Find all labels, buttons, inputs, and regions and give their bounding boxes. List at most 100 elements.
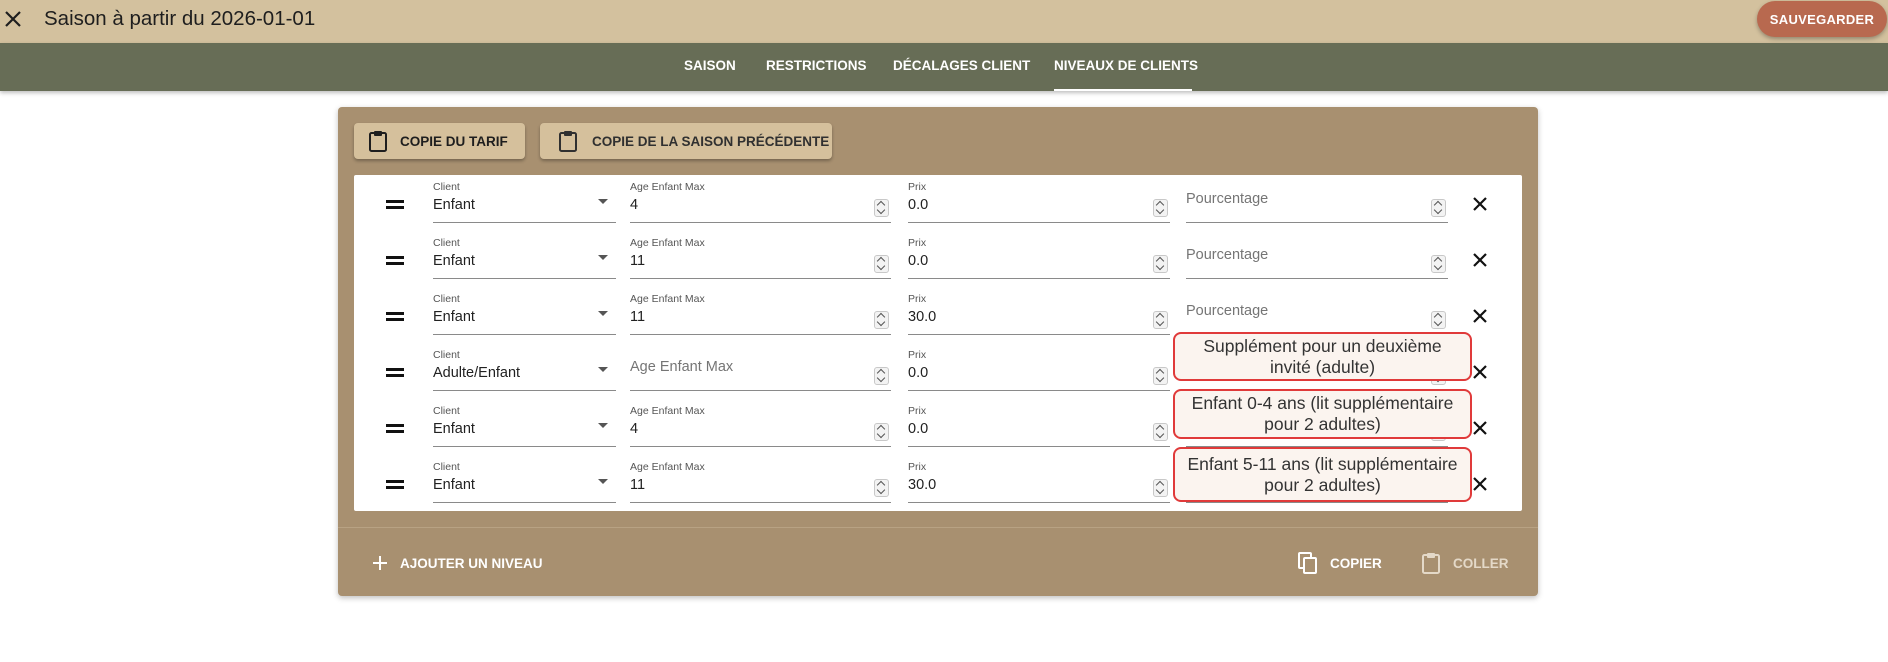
- number-stepper[interactable]: [1153, 311, 1168, 329]
- add-level-label: AJOUTER UN NIVEAU: [400, 555, 543, 571]
- top-bar: Saison à partir du 2026-01-01 SAUVEGARDE…: [0, 0, 1888, 43]
- age-label: Age Enfant Max: [630, 461, 705, 473]
- divider: [338, 527, 1538, 528]
- percent-input[interactable]: Pourcentage: [1186, 177, 1448, 223]
- copy-button[interactable]: COPIER: [1298, 545, 1382, 581]
- number-stepper[interactable]: [1153, 199, 1168, 217]
- delete-row-icon[interactable]: [1472, 420, 1488, 436]
- price-value: 0.0: [908, 197, 929, 213]
- tab-niveaux-de-clients[interactable]: NIVEAUX DE CLIENTS: [1054, 43, 1198, 91]
- copy-previous-season-label: COPIE DE LA SAISON PRÉCÉDENTE: [592, 133, 830, 149]
- chevron-down-icon: [598, 479, 608, 484]
- age-max-input[interactable]: Age Enfant Max 11: [630, 289, 891, 335]
- client-label: Client: [433, 293, 460, 305]
- annotation-note: Enfant 0-4 ans (lit supplémentaire pour …: [1173, 389, 1472, 439]
- client-select[interactable]: Client Enfant: [433, 401, 616, 447]
- price-input[interactable]: Prix 0.0: [908, 401, 1170, 447]
- clipboard-icon: [559, 131, 577, 152]
- age-max-input[interactable]: Age Enfant Max 4: [630, 401, 891, 447]
- percent-input[interactable]: Pourcentage: [1186, 289, 1448, 335]
- number-stepper[interactable]: [1431, 199, 1446, 217]
- price-label: Prix: [908, 349, 927, 361]
- delete-row-icon[interactable]: [1472, 364, 1488, 380]
- tab-bar: SAISON RESTRICTIONS DÉCALAGES CLIENT NIV…: [0, 43, 1888, 91]
- paste-label: COLLER: [1453, 555, 1509, 571]
- percent-input[interactable]: Pourcentage: [1186, 233, 1448, 279]
- drag-handle-icon[interactable]: [386, 368, 404, 378]
- client-label: Client: [433, 405, 460, 417]
- client-select[interactable]: Client Enfant: [433, 177, 616, 223]
- number-stepper[interactable]: [874, 311, 889, 329]
- client-select[interactable]: Client Enfant: [433, 457, 616, 503]
- number-stepper[interactable]: [1431, 255, 1446, 273]
- age-value: 11: [630, 309, 646, 325]
- age-value: 11: [630, 253, 646, 269]
- age-label: Age Enfant Max: [630, 237, 705, 249]
- number-stepper[interactable]: [874, 423, 889, 441]
- copy-tariff-label: COPIE DU TARIF: [400, 133, 508, 149]
- drag-handle-icon[interactable]: [386, 312, 404, 322]
- price-value: 0.0: [908, 253, 929, 269]
- plus-icon: [373, 556, 387, 570]
- drag-handle-icon[interactable]: [386, 256, 404, 266]
- number-stepper[interactable]: [1431, 311, 1446, 329]
- tab-restrictions[interactable]: RESTRICTIONS: [766, 43, 867, 91]
- price-input[interactable]: Prix 30.0: [908, 457, 1170, 503]
- level-row: Client Enfant Age Enfant Max 11 Prix 0.0…: [354, 231, 1522, 287]
- drag-handle-icon[interactable]: [386, 480, 404, 490]
- delete-row-icon[interactable]: [1472, 308, 1488, 324]
- age-max-input[interactable]: Age Enfant Max 11: [630, 233, 891, 279]
- number-stepper[interactable]: [1153, 423, 1168, 441]
- number-stepper[interactable]: [874, 199, 889, 217]
- number-stepper[interactable]: [874, 367, 889, 385]
- percent-placeholder: Pourcentage: [1186, 247, 1269, 263]
- client-select[interactable]: Client Adulte/Enfant: [433, 345, 616, 391]
- client-select[interactable]: Client Enfant: [433, 233, 616, 279]
- drag-handle-icon[interactable]: [386, 200, 404, 210]
- save-button[interactable]: SAUVEGARDER: [1757, 1, 1887, 37]
- age-placeholder: Age Enfant Max: [630, 359, 734, 375]
- number-stepper[interactable]: [874, 479, 889, 497]
- tab-decalages-client[interactable]: DÉCALAGES CLIENT: [893, 43, 1030, 91]
- client-label: Client: [433, 349, 460, 361]
- client-label: Client: [433, 461, 460, 473]
- price-label: Prix: [908, 237, 927, 249]
- delete-row-icon[interactable]: [1472, 196, 1488, 212]
- copy-previous-season-button[interactable]: COPIE DE LA SAISON PRÉCÉDENTE: [540, 123, 832, 159]
- level-row: Client Enfant Age Enfant Max 4 Prix 0.0 …: [354, 175, 1522, 231]
- price-input[interactable]: Prix 0.0: [908, 177, 1170, 223]
- percent-placeholder: Pourcentage: [1186, 191, 1269, 207]
- age-max-input[interactable]: Age Enfant Max 4: [630, 177, 891, 223]
- price-input[interactable]: Prix 0.0: [908, 345, 1170, 391]
- client-value: Adulte/Enfant: [433, 365, 521, 381]
- number-stepper[interactable]: [1153, 479, 1168, 497]
- age-label: Age Enfant Max: [630, 181, 705, 193]
- age-value: 11: [630, 477, 646, 493]
- copy-tariff-button[interactable]: COPIE DU TARIF: [354, 123, 525, 159]
- client-value: Enfant: [433, 421, 475, 437]
- add-level-button[interactable]: AJOUTER UN NIVEAU: [372, 545, 543, 581]
- price-value: 30.0: [908, 309, 937, 325]
- price-input[interactable]: Prix 30.0: [908, 289, 1170, 335]
- age-label: Age Enfant Max: [630, 405, 705, 417]
- age-max-input[interactable]: Age Enfant Max 11: [630, 457, 891, 503]
- number-stepper[interactable]: [1153, 255, 1168, 273]
- client-select[interactable]: Client Enfant: [433, 289, 616, 335]
- annotation-note: Enfant 5-11 ans (lit supplémentaire pour…: [1173, 447, 1472, 502]
- number-stepper[interactable]: [1153, 367, 1168, 385]
- delete-row-icon[interactable]: [1472, 476, 1488, 492]
- chevron-down-icon: [598, 255, 608, 260]
- age-max-input[interactable]: Age Enfant Max: [630, 345, 891, 391]
- copy-label: COPIER: [1330, 555, 1382, 571]
- delete-row-icon[interactable]: [1472, 252, 1488, 268]
- close-icon[interactable]: [0, 6, 26, 32]
- price-value: 30.0: [908, 477, 937, 493]
- price-label: Prix: [908, 293, 927, 305]
- drag-handle-icon[interactable]: [386, 424, 404, 434]
- price-label: Prix: [908, 405, 927, 417]
- number-stepper[interactable]: [874, 255, 889, 273]
- tab-saison[interactable]: SAISON: [684, 43, 736, 91]
- paste-button[interactable]: COLLER: [1421, 545, 1509, 581]
- percent-placeholder: Pourcentage: [1186, 303, 1269, 319]
- price-input[interactable]: Prix 0.0: [908, 233, 1170, 279]
